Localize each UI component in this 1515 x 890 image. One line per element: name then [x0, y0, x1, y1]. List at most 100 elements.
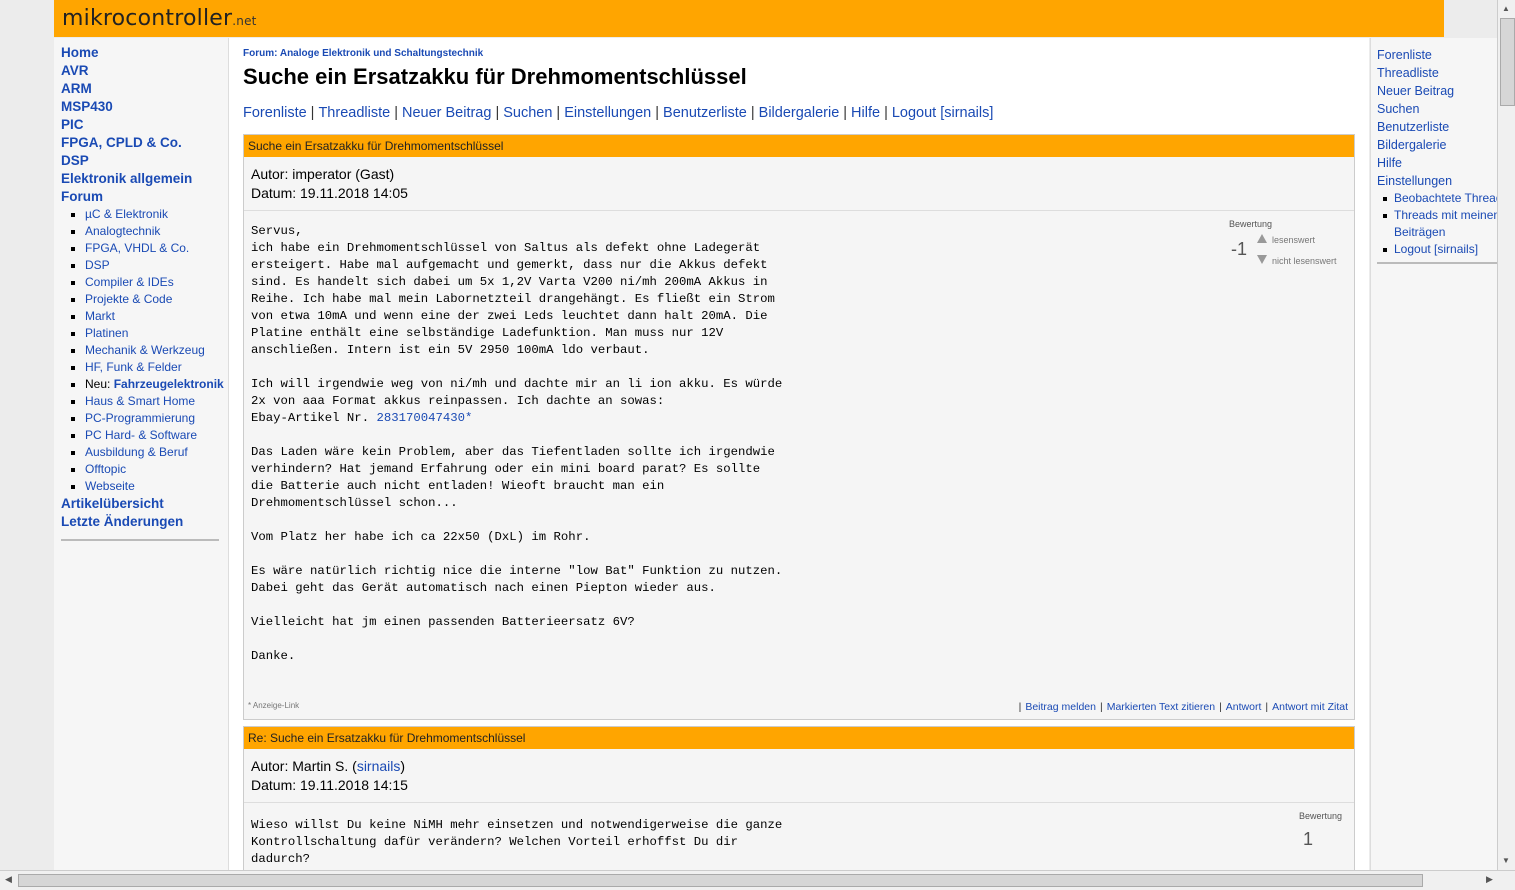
scroll-down-icon[interactable]: ▼	[1502, 856, 1510, 865]
rating-label: Bewertung	[1229, 219, 1273, 229]
separator: |	[750, 105, 755, 121]
separator: |	[1265, 701, 1269, 713]
vertical-scroll-thumb[interactable]	[1500, 18, 1515, 106]
reply-quote-link[interactable]: Antwort mit Zitat	[1272, 701, 1348, 713]
link-bildergalerie[interactable]: Bildergalerie	[759, 105, 840, 121]
rnav-hilfe[interactable]: Hilfe	[1377, 156, 1402, 170]
post-rating: Bewertung 1	[1299, 811, 1343, 849]
rnav-neuer-beitrag[interactable]: Neuer Beitrag	[1377, 84, 1454, 98]
link-forenliste[interactable]: Forenliste	[243, 105, 307, 121]
post-author: Autor: Martin S. (sirnails)	[251, 757, 1347, 776]
forum-dsp[interactable]: DSP	[85, 258, 110, 272]
forum-sublist: µC & Elektronik Analogtechnik FPGA, VHDL…	[61, 206, 228, 495]
post-body: Servus, ich habe ein Drehmomentschlüssel…	[244, 211, 1354, 665]
downvote-icon[interactable]	[1257, 255, 1267, 264]
post-text-part: Servus, ich habe ein Drehmomentschlüssel…	[251, 224, 783, 425]
forum-uc-elektronik[interactable]: µC & Elektronik	[85, 207, 168, 221]
nav-letzte-aenderungen[interactable]: Letzte Änderungen	[61, 514, 183, 529]
sidebar-divider	[61, 539, 219, 541]
rating-label: Bewertung	[1299, 811, 1343, 821]
nav-artikeluebersicht[interactable]: Artikelübersicht	[61, 496, 164, 511]
forum-fahrzeugelektronik[interactable]: Fahrzeugelektronik	[114, 377, 224, 391]
left-sidebar: Home AVR ARM MSP430 PIC FPGA, CPLD & Co.…	[54, 38, 229, 870]
downvote-label: nicht lesenswert	[1272, 256, 1337, 266]
rnav-benutzerliste[interactable]: Benutzerliste	[1377, 120, 1449, 134]
einstellungen-sublist: Beobachtete Threads Threads mit meinen Be…	[1377, 190, 1497, 258]
scroll-right-icon[interactable]: ▶	[1486, 874, 1493, 885]
report-post-link[interactable]: Beitrag melden	[1025, 701, 1096, 713]
forum-pc-programmierung[interactable]: PC-Programmierung	[85, 411, 195, 425]
link-suchen[interactable]: Suchen	[503, 105, 552, 121]
nav-home[interactable]: Home	[61, 45, 99, 60]
post-date: Datum: 19.11.2018 14:05	[251, 185, 408, 201]
logo-text: mikrocontroller	[62, 6, 233, 31]
rnav-suchen[interactable]: Suchen	[1377, 102, 1419, 116]
post-subject: Re: Suche ein Ersatzakku für Drehmoments…	[244, 727, 1354, 749]
horizontal-scroll-thumb[interactable]	[18, 874, 1423, 887]
reply-link[interactable]: Antwort	[1226, 701, 1262, 713]
rnav-einstellungen[interactable]: Einstellungen	[1377, 174, 1452, 188]
link-benutzerliste[interactable]: Benutzerliste	[663, 105, 747, 121]
link-neuer-beitrag[interactable]: Neuer Beitrag	[402, 105, 491, 121]
post-text-part: Das Laden wäre kein Problem, aber das Ti…	[251, 445, 783, 663]
link-hilfe[interactable]: Hilfe	[851, 105, 880, 121]
rnav-bildergalerie[interactable]: Bildergalerie	[1377, 138, 1446, 152]
vertical-scrollbar[interactable]: ▲ ▼	[1497, 0, 1515, 870]
right-sidebar: Forenliste Threadliste Neuer Beitrag Suc…	[1370, 38, 1497, 870]
nav-avr[interactable]: AVR	[61, 63, 89, 78]
rnav-forenliste[interactable]: Forenliste	[1377, 48, 1432, 62]
post-subject: Suche ein Ersatzakku für Drehmomentschlü…	[244, 135, 1354, 157]
author-profile-link[interactable]: sirnails	[357, 758, 401, 774]
post-date: Datum: 19.11.2018 14:15	[251, 777, 408, 793]
separator: |	[495, 105, 500, 121]
nav-msp430[interactable]: MSP430	[61, 99, 113, 114]
forum-hf-funk[interactable]: HF, Funk & Felder	[85, 360, 182, 374]
horizontal-scrollbar[interactable]: ◀ ▶	[0, 870, 1515, 890]
browser-page: mikrocontroller.net Home AVR ARM MSP430 …	[0, 0, 1497, 870]
separator: |	[310, 105, 315, 121]
forum-compiler-ides[interactable]: Compiler & IDEs	[85, 275, 174, 289]
forum-fpga-vhdl[interactable]: FPGA, VHDL & Co.	[85, 241, 189, 255]
nav-arm[interactable]: ARM	[61, 81, 92, 96]
breadcrumb[interactable]: Forum: Analoge Elektronik und Schaltungs…	[243, 48, 483, 59]
forum-ausbildung-beruf[interactable]: Ausbildung & Beruf	[85, 445, 188, 459]
nav-elektronik-allgemein[interactable]: Elektronik allgemein	[61, 171, 192, 186]
forum-mechanik-werkzeug[interactable]: Mechanik & Werkzeug	[85, 343, 205, 357]
forum-projekte-code[interactable]: Projekte & Code	[85, 292, 172, 306]
rnav-threadliste[interactable]: Threadliste	[1377, 66, 1439, 80]
upvote-icon[interactable]	[1257, 234, 1267, 243]
separator: |	[1018, 701, 1022, 713]
forum-markt[interactable]: Markt	[85, 309, 115, 323]
post-body: Wieso willst Du keine NiMH mehr einsetze…	[244, 803, 1354, 868]
forum-pc-hardware-software[interactable]: PC Hard- & Software	[85, 428, 197, 442]
site-logo[interactable]: mikrocontroller.net	[62, 6, 257, 31]
nav-fpga-cpld[interactable]: FPGA, CPLD & Co.	[61, 135, 182, 150]
scroll-up-icon[interactable]: ▲	[1502, 4, 1510, 13]
separator: |	[1099, 701, 1103, 713]
nav-dsp[interactable]: DSP	[61, 153, 89, 168]
forum-nav-links: Forenliste | Threadliste | Neuer Beitrag | Suc…	[243, 105, 993, 121]
author-suffix: )	[400, 758, 406, 774]
link-threadliste[interactable]: Threadliste	[318, 105, 390, 121]
forum-platinen[interactable]: Platinen	[85, 326, 128, 340]
rnav-beobachtete-threads[interactable]: Beobachtete Threads	[1394, 191, 1497, 205]
separator: |	[1219, 701, 1222, 713]
forum-webseite[interactable]: Webseite	[85, 479, 135, 493]
forum-post: Re: Suche ein Ersatzakku für Drehmoments…	[243, 726, 1355, 870]
nav-pic[interactable]: PIC	[61, 117, 84, 132]
forum-analogtechnik[interactable]: Analogtechnik	[85, 224, 160, 238]
link-logout[interactable]: Logout [sirnails]	[892, 105, 994, 121]
nav-forum[interactable]: Forum	[61, 189, 103, 204]
forum-offtopic[interactable]: Offtopic	[85, 462, 126, 476]
link-einstellungen[interactable]: Einstellungen	[564, 105, 651, 121]
quote-selection-link[interactable]: Markierten Text zitieren	[1107, 701, 1215, 713]
scroll-left-icon[interactable]: ◀	[5, 874, 12, 885]
upvote-label: lesenswert	[1272, 235, 1316, 245]
rnav-threads-mit-meinen-beitraegen[interactable]: Threads mit meinen Beiträgen	[1394, 208, 1497, 239]
post-text: Servus, ich habe ein Drehmomentschlüssel…	[251, 223, 1347, 665]
forum-haus-smart-home[interactable]: Haus & Smart Home	[85, 394, 195, 408]
main-content: Forum: Analoge Elektronik und Schaltungs…	[229, 38, 1369, 870]
rnav-logout[interactable]: Logout [sirnails]	[1394, 242, 1478, 256]
post-meta: Autor: Martin S. (sirnails) Datum: 19.11…	[244, 749, 1354, 803]
ebay-article-link[interactable]: 283170047430*	[376, 411, 472, 425]
